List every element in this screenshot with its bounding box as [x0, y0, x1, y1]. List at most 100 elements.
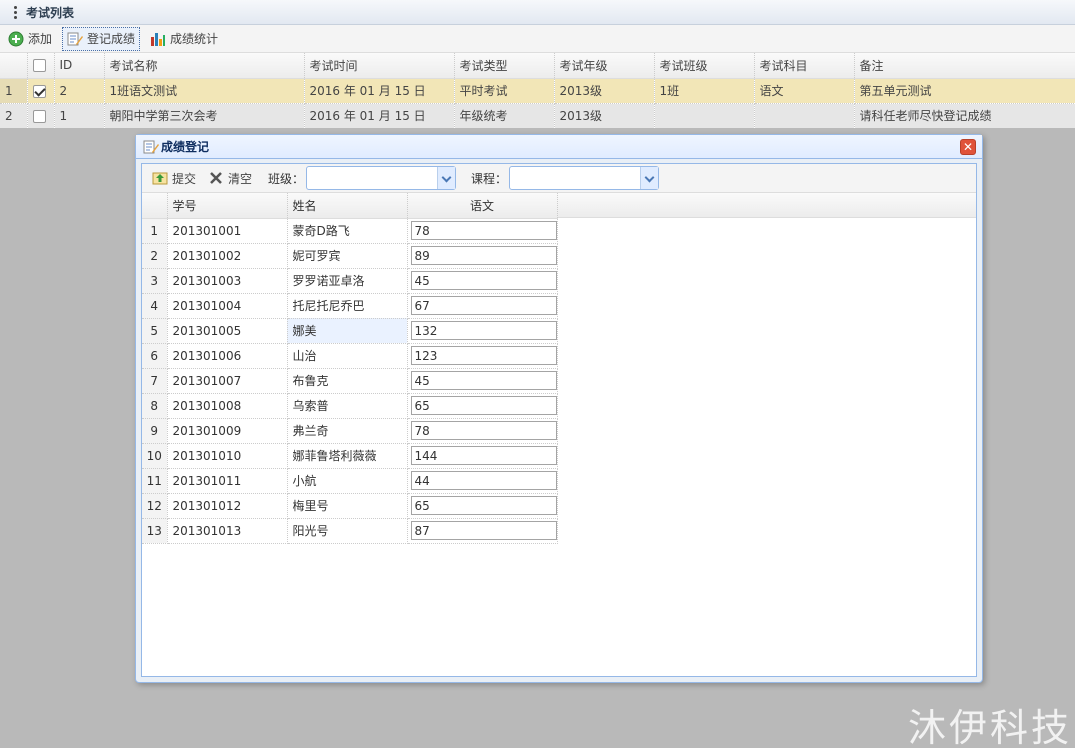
cell-student-id: 201301005 — [167, 318, 288, 344]
score-input[interactable] — [410, 371, 557, 390]
class-select[interactable] — [306, 166, 457, 190]
column-header[interactable]: 考试年级 — [554, 53, 655, 79]
column-header[interactable]: 考试时间 — [304, 53, 455, 79]
cell-remark: 第五单元测试 — [854, 78, 1075, 104]
register-scores-button[interactable]: 登记成绩 — [62, 26, 141, 51]
table-row[interactable]: 7 201301007 布鲁克 — [142, 368, 558, 394]
score-input[interactable] — [410, 271, 557, 290]
row-number: 12 — [142, 493, 168, 519]
cell-exam-grade: 2013级 — [554, 78, 655, 104]
score-input[interactable] — [410, 521, 557, 540]
score-input[interactable] — [410, 446, 557, 465]
cell-student-name: 托尼托尼乔巴 — [287, 293, 408, 319]
clear-button[interactable]: 清空 — [204, 166, 256, 190]
score-input[interactable] — [410, 246, 557, 265]
cell-student-name: 蒙奇D路飞 — [287, 218, 408, 244]
close-icon[interactable]: ✕ — [960, 139, 976, 155]
table-row[interactable]: 2 1 朝阳中学第三次会考 2016 年 01 月 15 日 年级统考 2013… — [0, 103, 1075, 129]
column-header-chinese[interactable]: 语文 — [407, 193, 558, 219]
add-button[interactable]: 添加 — [4, 27, 56, 51]
score-input[interactable] — [410, 321, 557, 340]
course-label: 课程： — [471, 171, 508, 186]
score-input[interactable] — [410, 221, 557, 240]
table-row[interactable]: 1 2 1班语文测试 2016 年 01 月 15 日 平时考试 2013级 1… — [0, 78, 1075, 104]
row-checkbox-cell[interactable] — [27, 103, 55, 129]
bar-chart-icon — [150, 31, 166, 47]
cell-exam-subject: 语文 — [754, 78, 855, 104]
cell-student-id: 201301012 — [167, 493, 288, 519]
score-input[interactable] — [410, 296, 557, 315]
table-row[interactable]: 8 201301008 乌索普 — [142, 393, 558, 419]
score-input[interactable] — [410, 421, 557, 440]
table-row[interactable]: 12 201301012 梅里号 — [142, 493, 558, 519]
row-number: 6 — [142, 343, 168, 369]
submit-button[interactable]: 提交 — [148, 166, 200, 190]
score-statistics-button[interactable]: 成绩统计 — [146, 27, 222, 51]
cell-student-id: 201301001 — [167, 218, 288, 244]
score-cell — [407, 493, 558, 519]
column-header[interactable]: 考试科目 — [754, 53, 855, 79]
student-score-grid: 学号 姓名 语文 1201301001蒙奇D路飞2201301002妮可罗宾32… — [142, 193, 976, 544]
score-input[interactable] — [410, 346, 557, 365]
cell-exam-name: 朝阳中学第三次会考 — [104, 103, 305, 129]
chevron-down-icon[interactable] — [640, 167, 659, 189]
upload-icon — [152, 170, 168, 186]
cell-student-name: 阳光号 — [287, 518, 408, 544]
column-header[interactable]: 考试班级 — [654, 53, 755, 79]
column-header[interactable]: ID — [54, 53, 105, 79]
cell-id: 2 — [54, 78, 105, 104]
select-all-checkbox[interactable] — [32, 59, 46, 73]
table-row[interactable]: 1 201301001 蒙奇D路飞 — [142, 218, 558, 244]
score-cell — [407, 218, 558, 244]
cell-student-name: 弗兰奇 — [287, 418, 408, 444]
chevron-down-icon[interactable] — [437, 167, 456, 189]
table-row[interactable]: 11 201301011 小航 — [142, 468, 558, 494]
cell-student-name: 小航 — [287, 468, 408, 494]
panel-menu-icon[interactable] — [8, 5, 22, 20]
table-row[interactable]: 4 201301004 托尼托尼乔巴 — [142, 293, 558, 319]
edit-scores-icon — [67, 31, 84, 47]
cell-id: 1 — [54, 103, 105, 129]
grid-header-row: 学号 姓名 语文 — [142, 193, 558, 219]
column-header[interactable]: 考试名称 — [104, 53, 305, 79]
table-row[interactable]: 3 201301003 罗罗诺亚卓洛 — [142, 268, 558, 294]
score-input[interactable] — [410, 496, 557, 515]
table-row[interactable]: 2 201301002 妮可罗宾 — [142, 243, 558, 269]
table-row[interactable]: 5 201301005 娜美 — [142, 318, 558, 344]
main-toolbar: 添加 登记成绩 成绩统计 — [0, 25, 1075, 53]
column-header-student-name[interactable]: 姓名 — [287, 193, 408, 219]
column-header-student-id[interactable]: 学号 — [167, 193, 288, 219]
table-row[interactable]: 13 201301013 阳光号 — [142, 518, 558, 544]
dialog-titlebar[interactable]: 成绩登记 — [136, 135, 982, 159]
course-select[interactable] — [509, 166, 660, 190]
cell-remark: 请科任老师尽快登记成绩 — [854, 103, 1075, 129]
row-number: 7 — [142, 368, 168, 394]
row-number: 2 — [142, 243, 168, 269]
submit-label: 提交 — [172, 171, 197, 186]
grid-header-row: ID 考试名称 考试时间 考试类型 考试年级 考试班级 考试科目 备注 — [0, 53, 1075, 79]
score-cell — [407, 368, 558, 394]
panel-header: 考试列表 — [0, 0, 1075, 25]
row-checkbox-cell[interactable] — [27, 78, 55, 104]
dialog-title: 成绩登记 — [161, 140, 210, 154]
table-row[interactable]: 10 201301010 娜菲鲁塔利薇薇 — [142, 443, 558, 469]
row-checkbox[interactable] — [32, 109, 46, 123]
score-cell — [407, 243, 558, 269]
select-all-header[interactable] — [27, 53, 55, 79]
table-row[interactable]: 9 201301009 弗兰奇 — [142, 418, 558, 444]
score-input[interactable] — [410, 396, 557, 415]
cell-student-name: 山治 — [287, 343, 408, 369]
dialog-body: 提交 清空 班级： 课程： 学号 姓名 语文 1 201301001 蒙奇D路飞… — [141, 163, 977, 677]
row-number: 9 — [142, 418, 168, 444]
column-header[interactable]: 考试类型 — [454, 53, 555, 79]
column-header[interactable]: 备注 — [854, 53, 1075, 79]
score-statistics-label: 成绩统计 — [170, 32, 219, 46]
cell-student-name: 娜菲鲁塔利薇薇 — [287, 443, 408, 469]
panel-title: 考试列表 — [26, 5, 75, 20]
score-input[interactable] — [410, 471, 557, 490]
table-row[interactable]: 6 201301006 山治 — [142, 343, 558, 369]
add-label: 添加 — [28, 32, 53, 46]
rownum-header — [0, 53, 28, 79]
edit-scores-icon — [143, 139, 159, 155]
row-checkbox[interactable] — [32, 84, 46, 98]
